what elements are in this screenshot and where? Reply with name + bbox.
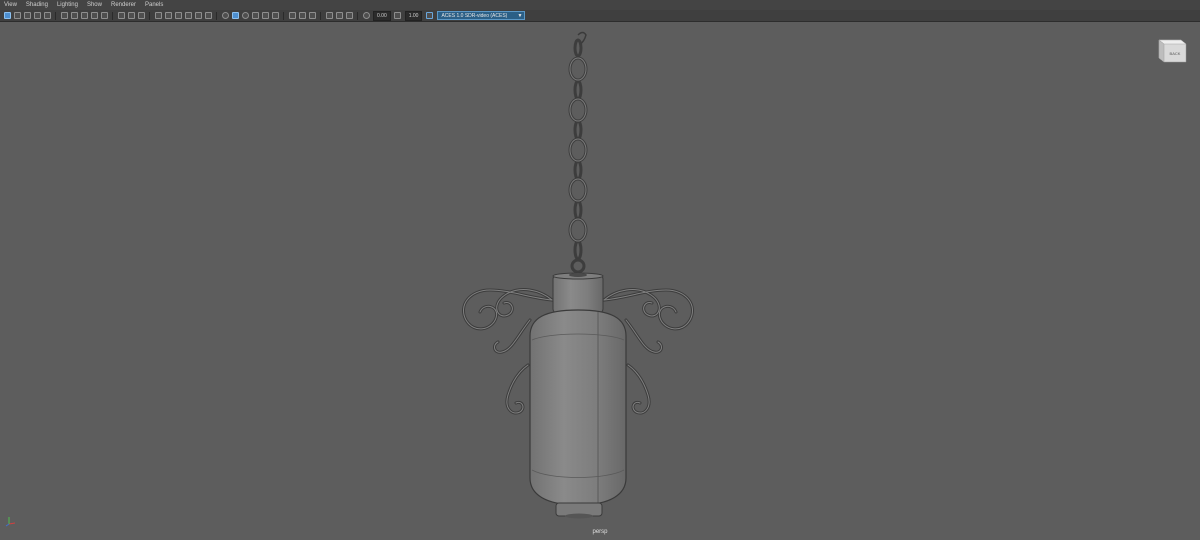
view-transform-icon[interactable] <box>425 12 433 19</box>
panel-toolbar: 0.00 1.00 ACES 1.0 SDR-video (ACES) ▼ <box>0 10 1200 22</box>
two-d-pan-icon[interactable] <box>43 12 51 19</box>
heads-up-display-icon[interactable] <box>298 12 306 19</box>
toolbar-separator <box>112 11 113 20</box>
safe-title-icon[interactable] <box>137 12 145 19</box>
wireframe-icon[interactable] <box>154 12 162 19</box>
wireframe-on-shaded-icon[interactable] <box>174 12 182 19</box>
chain-highlight <box>569 57 587 242</box>
camera-name-label: persp <box>592 529 608 535</box>
toolbar-separator <box>320 11 321 20</box>
field-chart-icon[interactable] <box>117 12 125 19</box>
menu-show[interactable]: Show <box>87 2 102 8</box>
menu-renderer[interactable]: Renderer <box>111 2 136 8</box>
image-plane-icon[interactable] <box>33 12 41 19</box>
view-transform-dropdown[interactable]: ACES 1.0 SDR-video (ACES) ▼ <box>437 11 526 20</box>
toolbar-separator <box>357 11 358 20</box>
select-camera-icon[interactable] <box>3 12 11 19</box>
grease-pencil-icon[interactable] <box>60 12 68 19</box>
lantern-body <box>529 309 627 506</box>
exposure-field[interactable]: 0.00 <box>373 10 391 21</box>
view-cube-face-label: BACK <box>1170 51 1181 56</box>
toolbar-separator <box>283 11 284 20</box>
menu-shading[interactable]: Shading <box>26 2 48 8</box>
isolate-select-icon[interactable] <box>288 12 296 19</box>
menu-view[interactable]: View <box>4 2 17 8</box>
toolbar-separator <box>55 11 56 20</box>
smooth-shade-icon[interactable] <box>164 12 172 19</box>
menu-panels[interactable]: Panels <box>145 2 163 8</box>
viewport-settings-icon[interactable] <box>345 12 353 19</box>
xray-icon[interactable] <box>221 12 229 19</box>
menu-lighting[interactable]: Lighting <box>57 2 78 8</box>
gamma-icon[interactable] <box>394 12 402 19</box>
anti-aliasing-icon[interactable] <box>261 12 269 19</box>
safe-action-icon[interactable] <box>127 12 135 19</box>
viewport-menubar: View Shading Lighting Show Renderer Pane… <box>0 0 1200 10</box>
shadows-icon[interactable] <box>204 12 212 19</box>
toolbar-separator <box>149 11 150 20</box>
scene-canvas <box>462 31 694 519</box>
bookmarks-icon[interactable] <box>23 12 31 19</box>
camera-lock-icon[interactable] <box>308 12 316 19</box>
gate-mask-icon[interactable] <box>100 12 108 19</box>
chevron-down-icon: ▼ <box>517 13 523 19</box>
view-cube[interactable]: BACK <box>1156 36 1188 66</box>
lantern-bottom-cap <box>555 502 603 519</box>
gamma-field[interactable]: 1.00 <box>404 10 423 21</box>
depth-of-field-icon[interactable] <box>271 12 279 19</box>
camera-attributes-icon[interactable] <box>13 12 21 19</box>
view-transform-value: ACES 1.0 SDR-video (ACES) <box>441 13 508 19</box>
film-gate-icon[interactable] <box>80 12 88 19</box>
lantern-neck <box>552 272 604 314</box>
axis-gizmo-icon <box>5 517 16 527</box>
toolbar-separator <box>216 11 217 20</box>
textured-icon[interactable] <box>184 12 192 19</box>
use-all-lights-icon[interactable] <box>194 12 202 19</box>
resolution-gate-icon[interactable] <box>90 12 98 19</box>
color-management-icon[interactable] <box>325 12 333 19</box>
motion-blur-icon[interactable] <box>251 12 259 19</box>
xray-active-components-icon[interactable] <box>231 12 239 19</box>
exposure-icon[interactable] <box>362 12 370 19</box>
perspective-viewport[interactable]: BACK <box>0 23 1200 540</box>
screen-space-ao-icon[interactable] <box>241 12 249 19</box>
render-view-icon[interactable] <box>335 12 343 19</box>
grid-icon[interactable] <box>70 12 78 19</box>
